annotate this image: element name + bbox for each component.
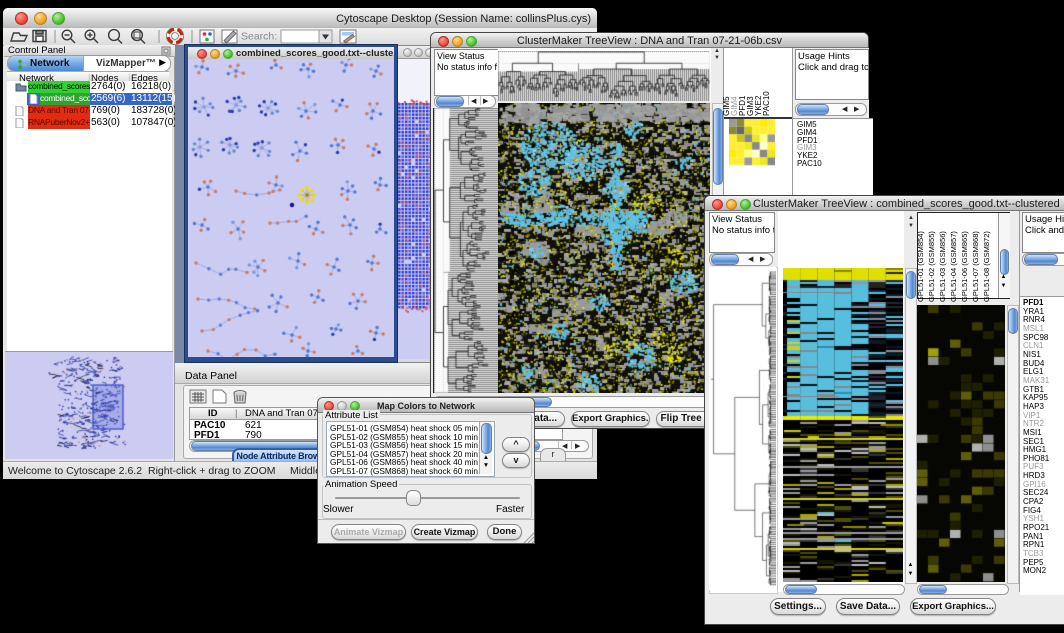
svg-text:Search:: Search:: [241, 31, 277, 43]
